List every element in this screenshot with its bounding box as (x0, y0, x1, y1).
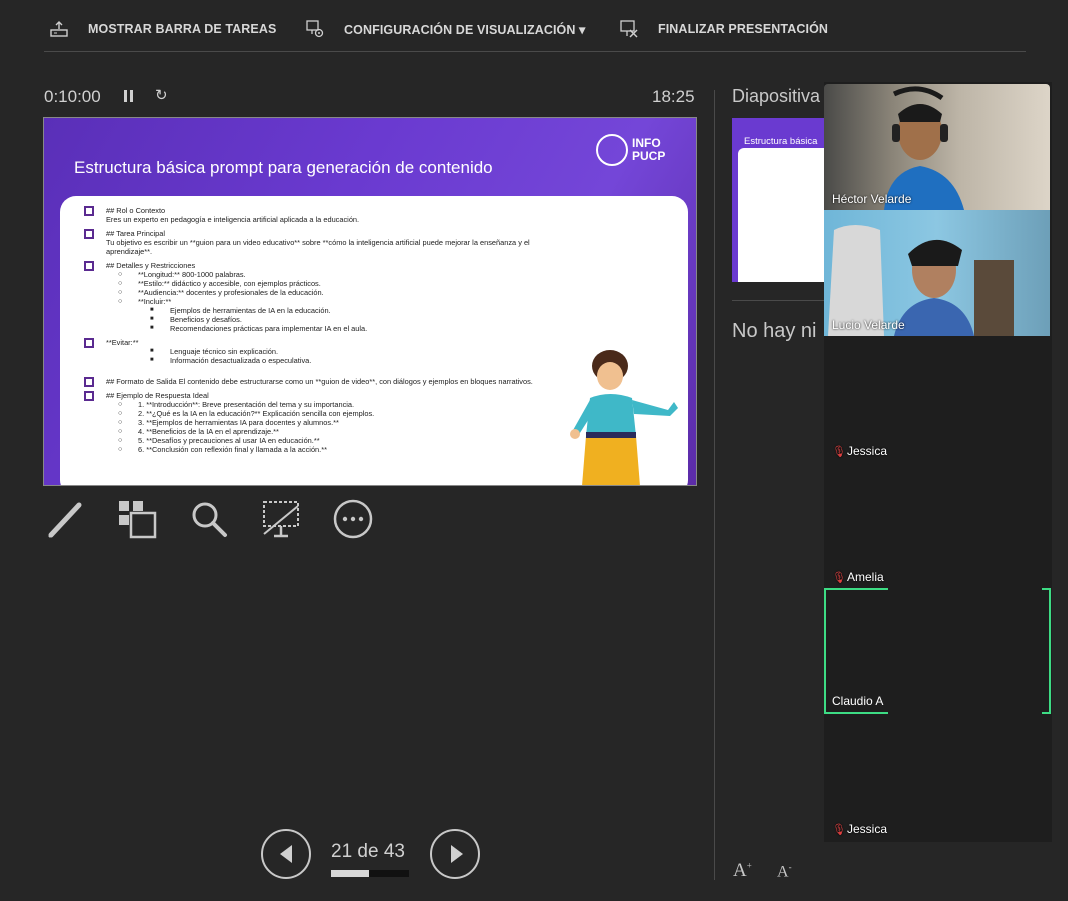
mic-muted-icon: 🎙 (832, 446, 846, 458)
elapsed-timer: 0:10:00 (44, 87, 101, 106)
participant-tile[interactable]: 🎙Jessica (824, 714, 888, 840)
next-slide-panel (738, 148, 832, 282)
checkbox-icon (84, 206, 94, 216)
section-tarea: ## Tarea Principal Tu objetivo es escrib… (84, 229, 544, 256)
notes-divider (732, 300, 832, 301)
show-taskbar-button[interactable]: MOSTRAR BARRA DE TAREAS (48, 18, 276, 40)
participant-tile[interactable]: Héctor Velarde (824, 84, 1050, 210)
taskbar-icon (48, 18, 70, 40)
next-slide-button[interactable] (430, 829, 480, 879)
participant-name: Amelia (847, 570, 884, 584)
display-settings-icon (304, 18, 326, 40)
speaking-border-edge (1042, 588, 1051, 714)
section-detalles: ## Detalles y Restricciones **Longitud:*… (84, 261, 544, 333)
slide-counter: 21 de 43 (331, 841, 405, 862)
end-show-button[interactable]: FINALIZAR PRESENTACIÓN (618, 18, 828, 40)
next-slide-label: Diapositiva (732, 86, 821, 106)
mic-muted-icon: 🎙 (832, 572, 846, 584)
display-settings-label: CONFIGURACIÓN DE VISUALIZACIÓN ▾ (344, 22, 586, 37)
slide-title: Estructura básica prompt para generación… (74, 158, 493, 177)
pen-icon[interactable] (44, 498, 86, 540)
slide-body: ## Rol o Contexto Eres un experto en ped… (84, 206, 544, 459)
clock: 18:25 (652, 87, 695, 106)
black-screen-icon[interactable] (260, 498, 302, 540)
zoom-icon[interactable] (188, 498, 230, 540)
section-evitar: **Evitar:** Lenguaje técnico sin explica… (84, 338, 544, 365)
next-slide-thumbnail[interactable]: Estructura básica (732, 118, 832, 282)
mic-muted-icon: 🎙 (832, 824, 846, 836)
presenter-view: MOSTRAR BARRA DE TAREAS CONFIGURACIÓN DE… (0, 0, 1068, 901)
current-slide[interactable]: Estructura básica prompt para generación… (43, 117, 697, 486)
pucp-logo: INFO PUCP (596, 132, 676, 168)
slides-grid-icon[interactable] (116, 498, 158, 540)
logo-text-line1: INFO (632, 136, 661, 150)
presenter-tools (44, 498, 374, 540)
presenter-toolbar: MOSTRAR BARRA DE TAREAS CONFIGURACIÓN DE… (44, 0, 1026, 52)
increase-font-button[interactable]: A+ (733, 860, 752, 882)
previous-slide-button[interactable] (261, 829, 311, 879)
pause-timer-button[interactable] (122, 88, 136, 104)
video-panel: Héctor Velarde Lucio Velarde 🎙Jessica 🎙A… (824, 82, 1052, 842)
logo-text-line2: PUCP (632, 149, 666, 163)
participant-name: Jessica (847, 822, 888, 836)
more-icon[interactable] (332, 498, 374, 540)
checkbox-icon (84, 377, 94, 387)
checkbox-icon (84, 229, 94, 239)
participant-name: Jessica (847, 444, 888, 458)
participant-name: Claudio A (832, 694, 884, 708)
checkbox-icon (84, 391, 94, 401)
end-show-label: FINALIZAR PRESENTACIÓN (658, 22, 829, 36)
participant-tile[interactable]: 🎙Jessica (824, 336, 888, 462)
character-illustration (570, 350, 678, 485)
pane-divider[interactable] (714, 90, 715, 880)
show-taskbar-label: MOSTRAR BARRA DE TAREAS (88, 22, 277, 36)
participant-name: Héctor Velarde (832, 192, 912, 206)
checkbox-icon (84, 261, 94, 271)
speaker-notes: No hay ni (732, 320, 817, 342)
logo-emblem-icon (596, 134, 628, 166)
participant-tile[interactable]: Lucio Velarde (824, 210, 1050, 336)
section-formato: ## Formato de Salida El contenido debe e… (84, 377, 544, 387)
participant-name: Lucio Velarde (832, 318, 905, 332)
checkbox-icon (84, 338, 94, 348)
slide-progress-bar (331, 870, 409, 877)
reset-timer-button[interactable]: ↻ (155, 88, 171, 104)
section-ejemplo: ## Ejemplo de Respuesta Ideal 1. **Intro… (84, 391, 544, 454)
next-slide-title: Estructura básica (744, 136, 818, 147)
display-settings-button[interactable]: CONFIGURACIÓN DE VISUALIZACIÓN ▾ (304, 18, 585, 40)
decrease-font-button[interactable]: A- (777, 862, 792, 881)
slide-progress-fill (331, 870, 370, 877)
participant-tile[interactable]: 🎙Amelia (824, 462, 888, 588)
end-show-icon (618, 18, 640, 40)
section-rol: ## Rol o Contexto Eres un experto en ped… (84, 206, 544, 224)
speaking-participant-tile[interactable]: Claudio A (824, 588, 888, 714)
